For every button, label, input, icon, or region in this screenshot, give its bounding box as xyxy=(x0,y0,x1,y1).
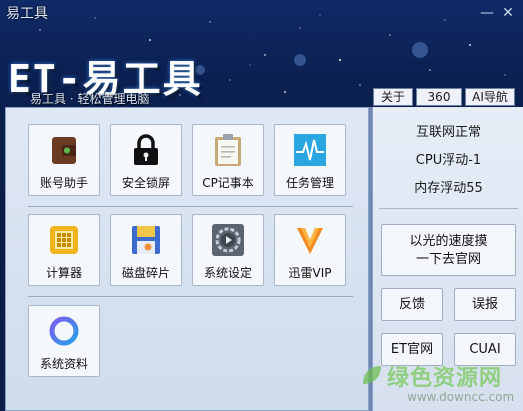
system-info-button[interactable]: 系统资料 xyxy=(28,305,100,377)
thunder-icon xyxy=(297,228,323,254)
status-panel: 互联网正常 CPU浮动-1 内存浮动55 以光的速度摸 一下去官网 反馈 误报 … xyxy=(372,107,523,411)
ring-icon xyxy=(49,316,79,346)
calculator-button[interactable]: 计算器 xyxy=(28,214,100,286)
minimize-button[interactable]: — xyxy=(478,4,496,22)
feedback-button[interactable]: 反馈 xyxy=(381,288,443,321)
tab-about[interactable]: 关于 xyxy=(373,88,413,106)
tool-label: CP记事本 xyxy=(202,176,254,190)
top-tab-bar: 关于 360 AI导航 xyxy=(373,88,515,106)
task-manager-button[interactable]: 任务管理 xyxy=(274,124,346,196)
tab-360[interactable]: 360 xyxy=(416,88,462,106)
tool-label: 安全锁屏 xyxy=(121,176,170,190)
title-bar: 易工具 — ✕ xyxy=(0,0,523,26)
system-settings-button[interactable]: 系统设定 xyxy=(192,214,264,286)
account-helper-button[interactable]: 账号助手 xyxy=(28,124,100,196)
tool-label: 任务管理 xyxy=(285,176,334,190)
floppy-icon xyxy=(132,226,160,254)
tab-ai-nav[interactable]: AI导航 xyxy=(465,88,515,106)
tool-label: 系统资料 xyxy=(39,357,88,371)
pulse-icon xyxy=(294,134,326,166)
row-divider xyxy=(28,206,353,207)
tool-label: 系统设定 xyxy=(203,266,252,280)
row-divider xyxy=(28,296,353,297)
button-line: 一下去官网 xyxy=(415,252,481,267)
close-button[interactable]: ✕ xyxy=(499,4,517,22)
network-status: 互联网正常 xyxy=(415,125,481,140)
disk-defrag-button[interactable]: 磁盘碎片 xyxy=(110,214,182,286)
lock-screen-button[interactable]: 安全锁屏 xyxy=(110,124,182,196)
cp-notepad-button[interactable]: CP记事本 xyxy=(192,124,264,196)
calculator-icon xyxy=(50,226,78,254)
settings-play-icon xyxy=(212,224,244,256)
tool-label: 迅雷VIP xyxy=(288,266,332,280)
thunder-vip-button[interactable]: 迅雷VIP xyxy=(274,214,346,286)
status-divider xyxy=(379,208,518,209)
brand-slogan: 易工具 · 轻松管理电脑 xyxy=(30,92,150,106)
tool-label: 账号助手 xyxy=(39,176,88,190)
app-window: 易工具 — ✕ ET-易工具 易工具 · 轻松管理电脑 关于 360 AI导航 … xyxy=(0,0,523,411)
wallet-icon xyxy=(52,137,76,164)
cuai-button[interactable]: CUAI xyxy=(454,333,516,366)
official-site-speed-button[interactable]: 以光的速度摸 一下去官网 xyxy=(381,224,516,276)
tool-label: 计算器 xyxy=(45,266,82,280)
clipboard-icon xyxy=(215,134,241,166)
cpu-status: CPU浮动-1 xyxy=(415,153,482,168)
lock-icon xyxy=(134,134,158,165)
false-report-button[interactable]: 误报 xyxy=(454,288,516,321)
window-title: 易工具 xyxy=(6,6,48,22)
tool-panel: 账号助手 安全锁屏 CP记事本 任务管理 计算器 磁盘碎片 系统设定 迅雷VIP… xyxy=(5,107,369,411)
memory-status: 内存浮动55 xyxy=(414,181,483,196)
tool-label: 磁盘碎片 xyxy=(121,266,170,280)
button-line: 以光的速度摸 xyxy=(409,234,488,249)
et-official-site-button[interactable]: ET官网 xyxy=(381,333,443,366)
